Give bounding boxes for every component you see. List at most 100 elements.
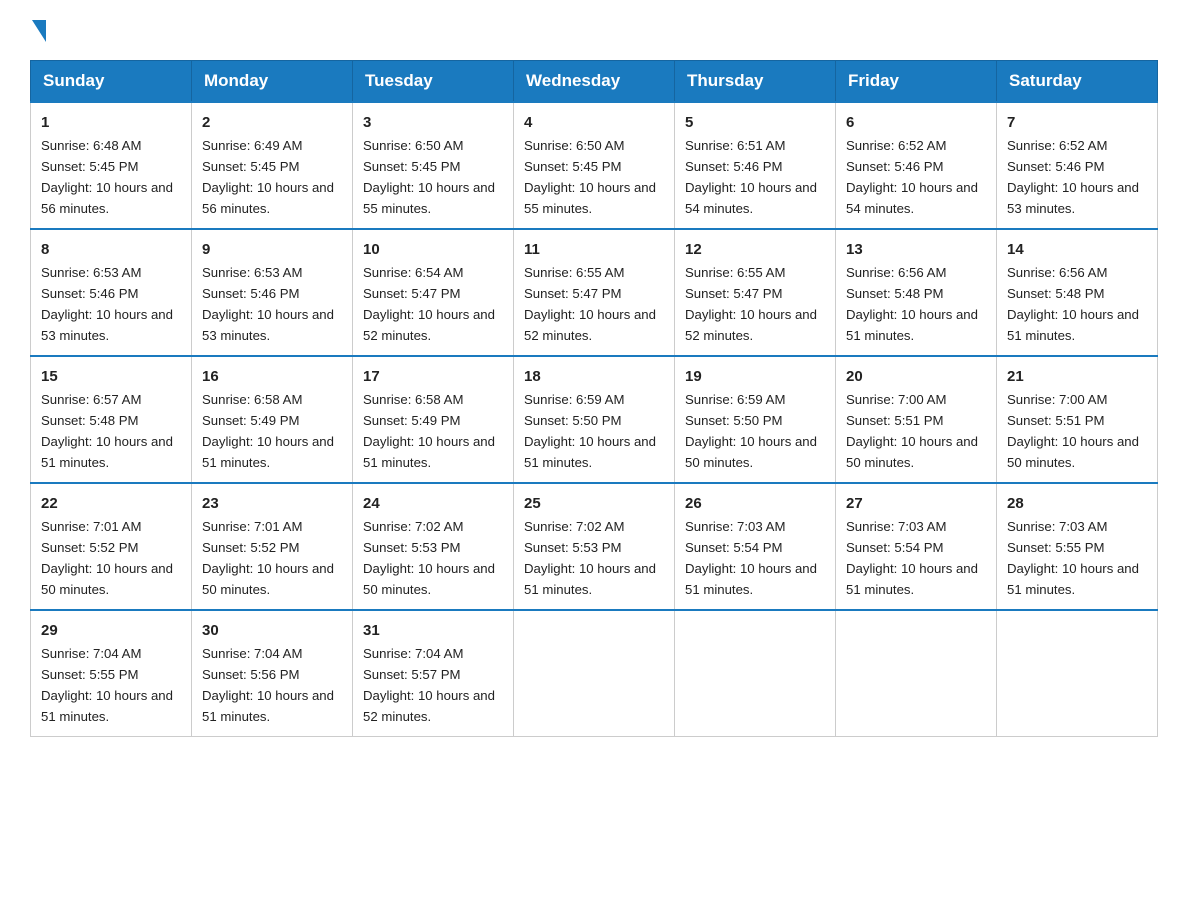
day-sunrise: Sunrise: 6:52 AM	[1007, 138, 1107, 153]
day-sunrise: Sunrise: 7:03 AM	[846, 519, 946, 534]
calendar-cell: 13 Sunrise: 6:56 AM Sunset: 5:48 PM Dayl…	[836, 229, 997, 356]
calendar-cell: 27 Sunrise: 7:03 AM Sunset: 5:54 PM Dayl…	[836, 483, 997, 610]
day-sunrise: Sunrise: 7:04 AM	[363, 646, 463, 661]
calendar-cell: 1 Sunrise: 6:48 AM Sunset: 5:45 PM Dayli…	[31, 102, 192, 229]
logo	[30, 20, 46, 42]
day-number: 31	[363, 619, 503, 642]
day-sunset: Sunset: 5:54 PM	[846, 540, 944, 555]
day-number: 14	[1007, 238, 1147, 261]
day-sunset: Sunset: 5:47 PM	[524, 286, 622, 301]
calendar-cell: 4 Sunrise: 6:50 AM Sunset: 5:45 PM Dayli…	[514, 102, 675, 229]
weekday-header-monday: Monday	[192, 61, 353, 103]
calendar-cell: 15 Sunrise: 6:57 AM Sunset: 5:48 PM Dayl…	[31, 356, 192, 483]
day-sunrise: Sunrise: 6:56 AM	[846, 265, 946, 280]
calendar-cell: 28 Sunrise: 7:03 AM Sunset: 5:55 PM Dayl…	[997, 483, 1158, 610]
day-number: 24	[363, 492, 503, 515]
calendar-week-row: 22 Sunrise: 7:01 AM Sunset: 5:52 PM Dayl…	[31, 483, 1158, 610]
day-daylight: Daylight: 10 hours and 52 minutes.	[685, 307, 817, 343]
day-daylight: Daylight: 10 hours and 50 minutes.	[685, 434, 817, 470]
day-daylight: Daylight: 10 hours and 55 minutes.	[363, 180, 495, 216]
day-daylight: Daylight: 10 hours and 51 minutes.	[846, 561, 978, 597]
day-daylight: Daylight: 10 hours and 51 minutes.	[846, 307, 978, 343]
day-sunset: Sunset: 5:46 PM	[41, 286, 139, 301]
day-sunset: Sunset: 5:46 PM	[846, 159, 944, 174]
calendar-cell: 12 Sunrise: 6:55 AM Sunset: 5:47 PM Dayl…	[675, 229, 836, 356]
calendar-week-row: 15 Sunrise: 6:57 AM Sunset: 5:48 PM Dayl…	[31, 356, 1158, 483]
calendar-cell: 10 Sunrise: 6:54 AM Sunset: 5:47 PM Dayl…	[353, 229, 514, 356]
day-sunset: Sunset: 5:47 PM	[363, 286, 461, 301]
day-sunset: Sunset: 5:45 PM	[202, 159, 300, 174]
day-number: 16	[202, 365, 342, 388]
day-sunrise: Sunrise: 7:03 AM	[685, 519, 785, 534]
day-number: 28	[1007, 492, 1147, 515]
day-sunset: Sunset: 5:53 PM	[363, 540, 461, 555]
day-sunrise: Sunrise: 6:49 AM	[202, 138, 302, 153]
calendar-cell: 18 Sunrise: 6:59 AM Sunset: 5:50 PM Dayl…	[514, 356, 675, 483]
day-daylight: Daylight: 10 hours and 50 minutes.	[846, 434, 978, 470]
day-sunset: Sunset: 5:45 PM	[363, 159, 461, 174]
day-sunrise: Sunrise: 6:57 AM	[41, 392, 141, 407]
day-daylight: Daylight: 10 hours and 53 minutes.	[1007, 180, 1139, 216]
day-daylight: Daylight: 10 hours and 51 minutes.	[524, 434, 656, 470]
calendar-cell: 22 Sunrise: 7:01 AM Sunset: 5:52 PM Dayl…	[31, 483, 192, 610]
day-number: 5	[685, 111, 825, 134]
calendar-cell	[675, 610, 836, 736]
calendar-cell: 17 Sunrise: 6:58 AM Sunset: 5:49 PM Dayl…	[353, 356, 514, 483]
day-sunset: Sunset: 5:50 PM	[524, 413, 622, 428]
day-sunset: Sunset: 5:47 PM	[685, 286, 783, 301]
day-number: 22	[41, 492, 181, 515]
day-sunrise: Sunrise: 7:02 AM	[363, 519, 463, 534]
day-sunrise: Sunrise: 6:55 AM	[685, 265, 785, 280]
day-daylight: Daylight: 10 hours and 52 minutes.	[363, 307, 495, 343]
day-sunrise: Sunrise: 7:04 AM	[41, 646, 141, 661]
calendar-cell: 25 Sunrise: 7:02 AM Sunset: 5:53 PM Dayl…	[514, 483, 675, 610]
day-sunrise: Sunrise: 6:53 AM	[202, 265, 302, 280]
calendar-cell: 31 Sunrise: 7:04 AM Sunset: 5:57 PM Dayl…	[353, 610, 514, 736]
calendar-cell	[997, 610, 1158, 736]
calendar-cell: 16 Sunrise: 6:58 AM Sunset: 5:49 PM Dayl…	[192, 356, 353, 483]
day-sunset: Sunset: 5:48 PM	[1007, 286, 1105, 301]
calendar-cell: 29 Sunrise: 7:04 AM Sunset: 5:55 PM Dayl…	[31, 610, 192, 736]
day-daylight: Daylight: 10 hours and 51 minutes.	[1007, 561, 1139, 597]
day-daylight: Daylight: 10 hours and 52 minutes.	[524, 307, 656, 343]
calendar-cell: 20 Sunrise: 7:00 AM Sunset: 5:51 PM Dayl…	[836, 356, 997, 483]
day-daylight: Daylight: 10 hours and 54 minutes.	[685, 180, 817, 216]
day-number: 20	[846, 365, 986, 388]
day-sunset: Sunset: 5:57 PM	[363, 667, 461, 682]
day-sunset: Sunset: 5:45 PM	[524, 159, 622, 174]
day-sunrise: Sunrise: 7:04 AM	[202, 646, 302, 661]
day-sunset: Sunset: 5:51 PM	[1007, 413, 1105, 428]
day-daylight: Daylight: 10 hours and 56 minutes.	[41, 180, 173, 216]
day-number: 26	[685, 492, 825, 515]
day-daylight: Daylight: 10 hours and 55 minutes.	[524, 180, 656, 216]
day-number: 19	[685, 365, 825, 388]
day-number: 6	[846, 111, 986, 134]
calendar-week-row: 1 Sunrise: 6:48 AM Sunset: 5:45 PM Dayli…	[31, 102, 1158, 229]
day-daylight: Daylight: 10 hours and 51 minutes.	[202, 688, 334, 724]
calendar-cell: 5 Sunrise: 6:51 AM Sunset: 5:46 PM Dayli…	[675, 102, 836, 229]
calendar-cell: 8 Sunrise: 6:53 AM Sunset: 5:46 PM Dayli…	[31, 229, 192, 356]
calendar-week-row: 8 Sunrise: 6:53 AM Sunset: 5:46 PM Dayli…	[31, 229, 1158, 356]
day-sunset: Sunset: 5:50 PM	[685, 413, 783, 428]
day-number: 11	[524, 238, 664, 261]
day-sunrise: Sunrise: 7:02 AM	[524, 519, 624, 534]
day-sunrise: Sunrise: 6:50 AM	[524, 138, 624, 153]
day-sunrise: Sunrise: 6:59 AM	[524, 392, 624, 407]
day-sunset: Sunset: 5:48 PM	[41, 413, 139, 428]
weekday-header-saturday: Saturday	[997, 61, 1158, 103]
weekday-header-wednesday: Wednesday	[514, 61, 675, 103]
day-number: 10	[363, 238, 503, 261]
calendar-cell: 14 Sunrise: 6:56 AM Sunset: 5:48 PM Dayl…	[997, 229, 1158, 356]
calendar-cell: 19 Sunrise: 6:59 AM Sunset: 5:50 PM Dayl…	[675, 356, 836, 483]
day-daylight: Daylight: 10 hours and 53 minutes.	[41, 307, 173, 343]
calendar-cell: 26 Sunrise: 7:03 AM Sunset: 5:54 PM Dayl…	[675, 483, 836, 610]
day-daylight: Daylight: 10 hours and 52 minutes.	[363, 688, 495, 724]
day-sunset: Sunset: 5:51 PM	[846, 413, 944, 428]
day-number: 15	[41, 365, 181, 388]
day-sunrise: Sunrise: 7:01 AM	[41, 519, 141, 534]
day-sunrise: Sunrise: 6:52 AM	[846, 138, 946, 153]
day-daylight: Daylight: 10 hours and 51 minutes.	[41, 688, 173, 724]
weekday-header-tuesday: Tuesday	[353, 61, 514, 103]
day-sunset: Sunset: 5:48 PM	[846, 286, 944, 301]
day-sunset: Sunset: 5:55 PM	[1007, 540, 1105, 555]
